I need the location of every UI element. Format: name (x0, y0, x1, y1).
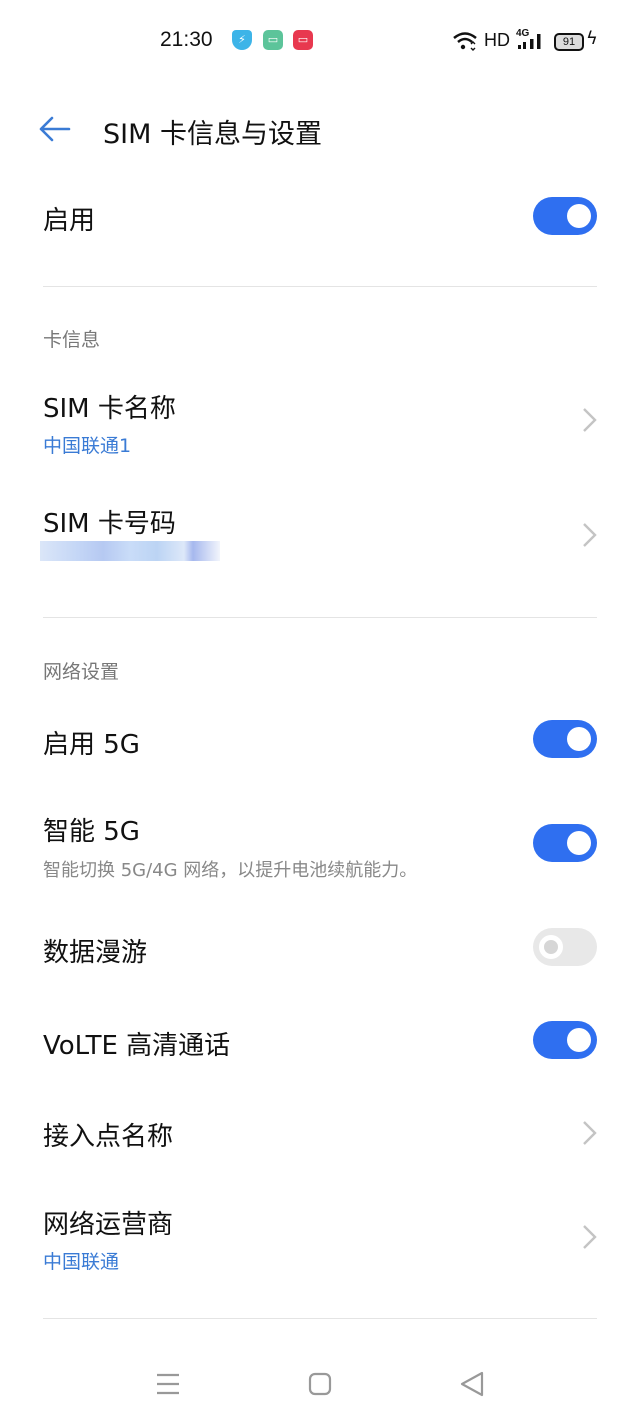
divider (43, 1318, 597, 1319)
section-network-settings: 网络设置 (43, 661, 120, 683)
enable-5g-label: 启用 5G (43, 730, 140, 760)
smart-5g-description: 智能切换 5G/4G 网络，以提升电池续航能力。 (43, 860, 418, 881)
menu-icon[interactable] (154, 1370, 182, 1398)
status-time: 21:30 (160, 28, 213, 51)
back-triangle-icon[interactable] (458, 1370, 486, 1398)
signal-icon (518, 34, 541, 49)
page-title: SIM 卡信息与设置 (103, 119, 322, 150)
home-icon[interactable] (306, 1370, 334, 1398)
chevron-right-icon (583, 1225, 597, 1249)
sim-name-value: 中国联通1 (43, 435, 132, 457)
sim-number-blurred-value (40, 541, 220, 561)
divider (43, 617, 597, 618)
enable-label: 启用 (43, 206, 96, 236)
back-arrow-icon[interactable] (38, 113, 72, 145)
data-roaming-toggle[interactable] (533, 928, 597, 966)
operator-label: 网络运营商 (43, 1210, 174, 1240)
chevron-right-icon (583, 408, 597, 432)
section-card-info: 卡信息 (43, 329, 101, 351)
divider (43, 286, 597, 287)
volte-label: VoLTE 高清通话 (43, 1031, 231, 1061)
chevron-right-icon (583, 1121, 597, 1145)
enable-5g-toggle[interactable] (533, 720, 597, 758)
data-roaming-label: 数据漫游 (43, 938, 148, 968)
screen-record-icon: ▭ (293, 30, 313, 50)
volte-toggle[interactable] (533, 1021, 597, 1059)
smart-5g-label: 智能 5G (43, 817, 140, 847)
message-icon: ▭ (263, 30, 283, 50)
chevron-right-icon (583, 523, 597, 547)
battery-icon: 91 (554, 33, 584, 51)
hd-indicator: HD (484, 30, 510, 50)
wifi-icon (453, 32, 477, 51)
operator-value: 中国联通 (43, 1251, 120, 1273)
apn-label: 接入点名称 (43, 1122, 174, 1152)
smart-5g-toggle[interactable] (533, 824, 597, 862)
enable-toggle[interactable] (533, 197, 597, 235)
sim-number-label: SIM 卡号码 (43, 509, 176, 539)
shield-bolt-icon: ⚡ (232, 30, 252, 50)
sim-name-label: SIM 卡名称 (43, 394, 176, 424)
charging-icon: ϟ (586, 28, 598, 49)
